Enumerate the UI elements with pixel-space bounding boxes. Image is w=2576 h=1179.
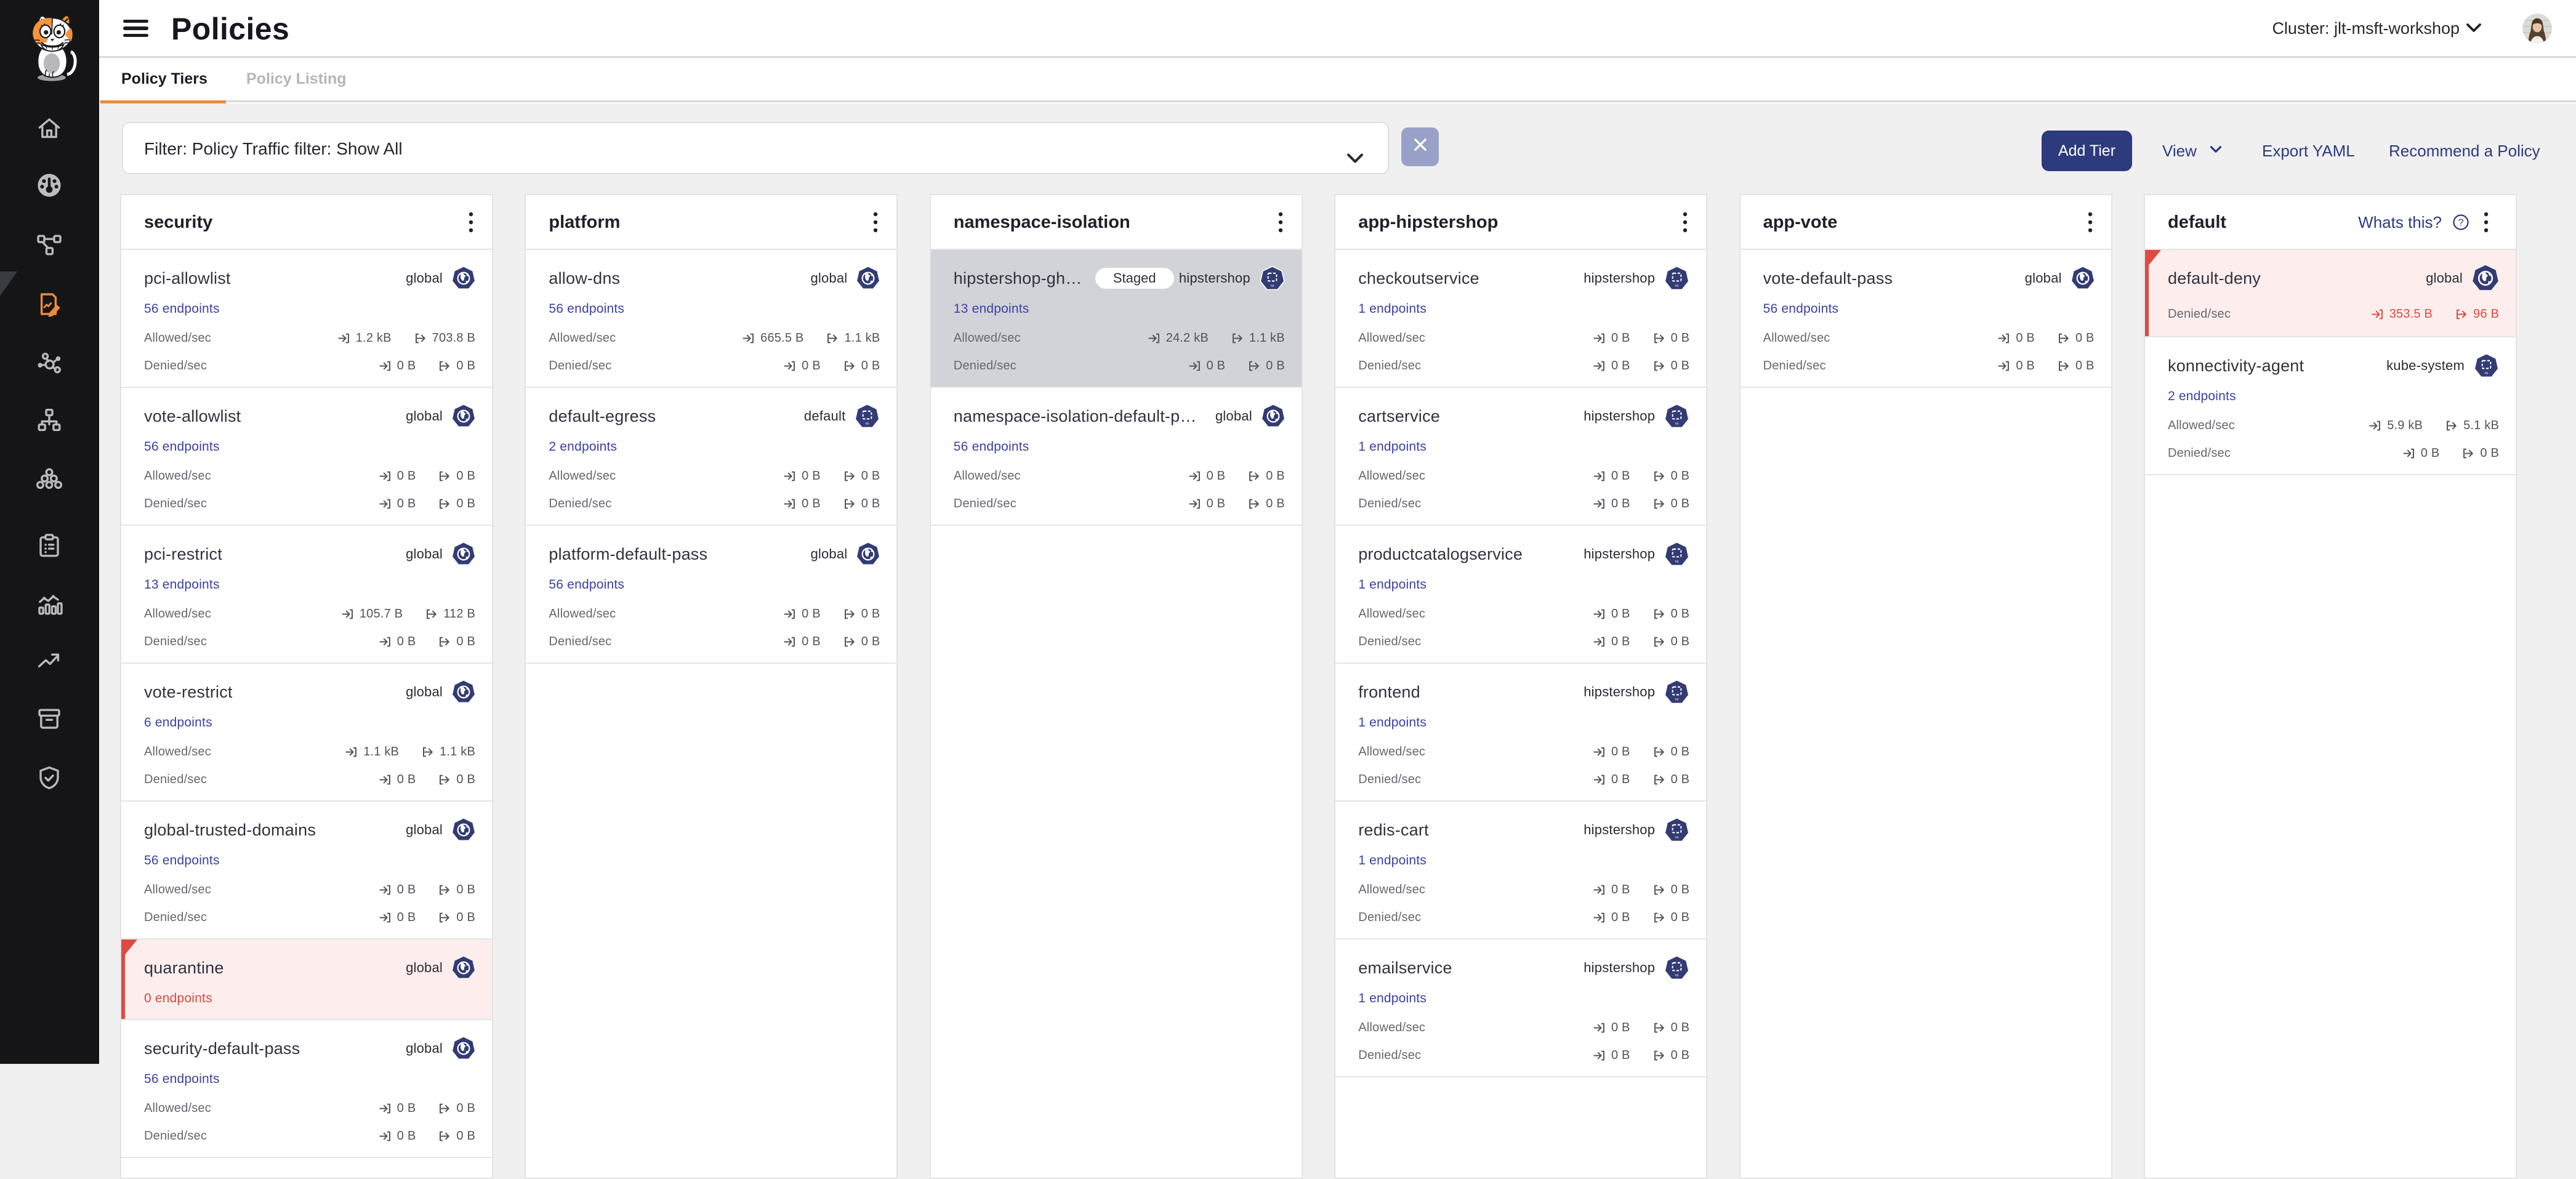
svg-text:ns: ns	[1675, 560, 1679, 563]
svg-text:ns: ns	[1675, 284, 1679, 288]
svg-text:ns: ns	[1675, 835, 1679, 839]
svg-text:ns: ns	[1675, 422, 1679, 425]
svg-text:ns: ns	[1675, 698, 1679, 701]
svg-text:ns: ns	[2484, 371, 2488, 375]
svg-text:ns: ns	[1270, 284, 1274, 288]
svg-text:ns: ns	[1675, 973, 1679, 977]
svg-text:?: ?	[2458, 218, 2464, 228]
svg-text:ns: ns	[866, 422, 869, 425]
